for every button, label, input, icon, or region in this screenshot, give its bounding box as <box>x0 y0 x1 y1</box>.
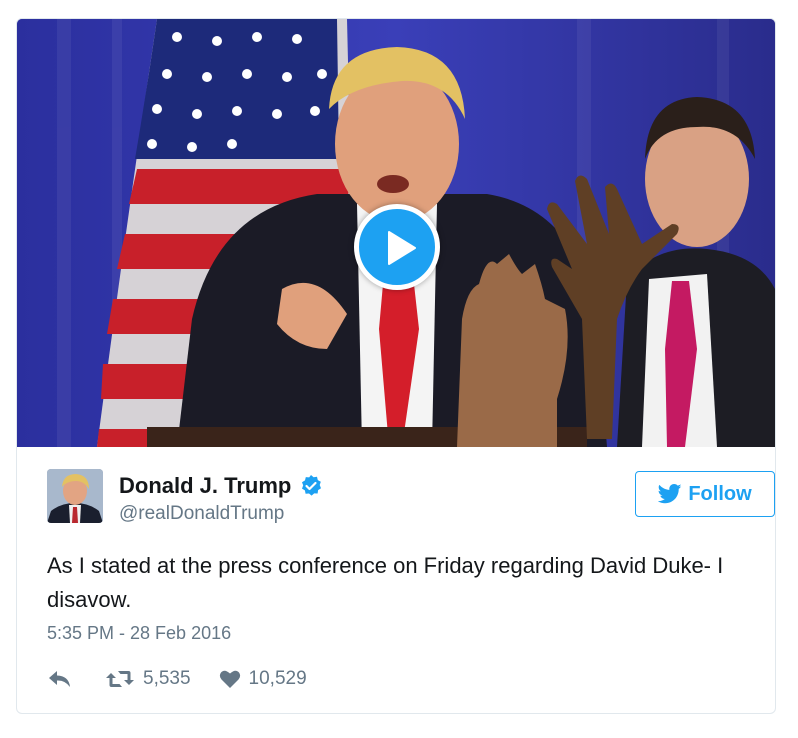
verified-badge-icon <box>299 474 323 498</box>
author-avatar-image <box>47 469 103 523</box>
reply-icon <box>49 671 70 687</box>
tweet-timestamp[interactable]: 5:35 PM - 28 Feb 2016 <box>47 623 231 644</box>
video-thumbnail[interactable] <box>17 19 775 447</box>
like-count: 10,529 <box>248 668 307 689</box>
author-handle[interactable]: @realDonaldTrump <box>119 503 284 525</box>
like-button[interactable]: 10,529 <box>219 668 307 690</box>
tweet-actions: 5,535 10,529 <box>47 665 307 693</box>
avatar[interactable] <box>47 469 103 523</box>
follow-label: Follow <box>688 482 752 505</box>
twitter-bird-icon <box>658 484 682 504</box>
retweet-count: 5,535 <box>143 668 191 689</box>
follow-button[interactable]: Follow <box>635 471 775 517</box>
author-name[interactable]: Donald J. Trump <box>119 473 291 499</box>
tweet-text: As I stated at the press conference on F… <box>47 553 724 612</box>
retweet-button[interactable]: 5,535 <box>105 668 191 690</box>
reply-button[interactable] <box>47 669 75 689</box>
retweet-icon <box>106 671 134 687</box>
tweet-header: Donald J. Trump @realDonaldTrump Follow <box>47 467 775 527</box>
heart-icon <box>219 670 240 688</box>
tweet-card: Donald J. Trump @realDonaldTrump Follow … <box>16 18 776 714</box>
play-icon <box>388 231 416 265</box>
play-button[interactable] <box>354 204 440 290</box>
author-name-row: Donald J. Trump <box>119 473 323 499</box>
